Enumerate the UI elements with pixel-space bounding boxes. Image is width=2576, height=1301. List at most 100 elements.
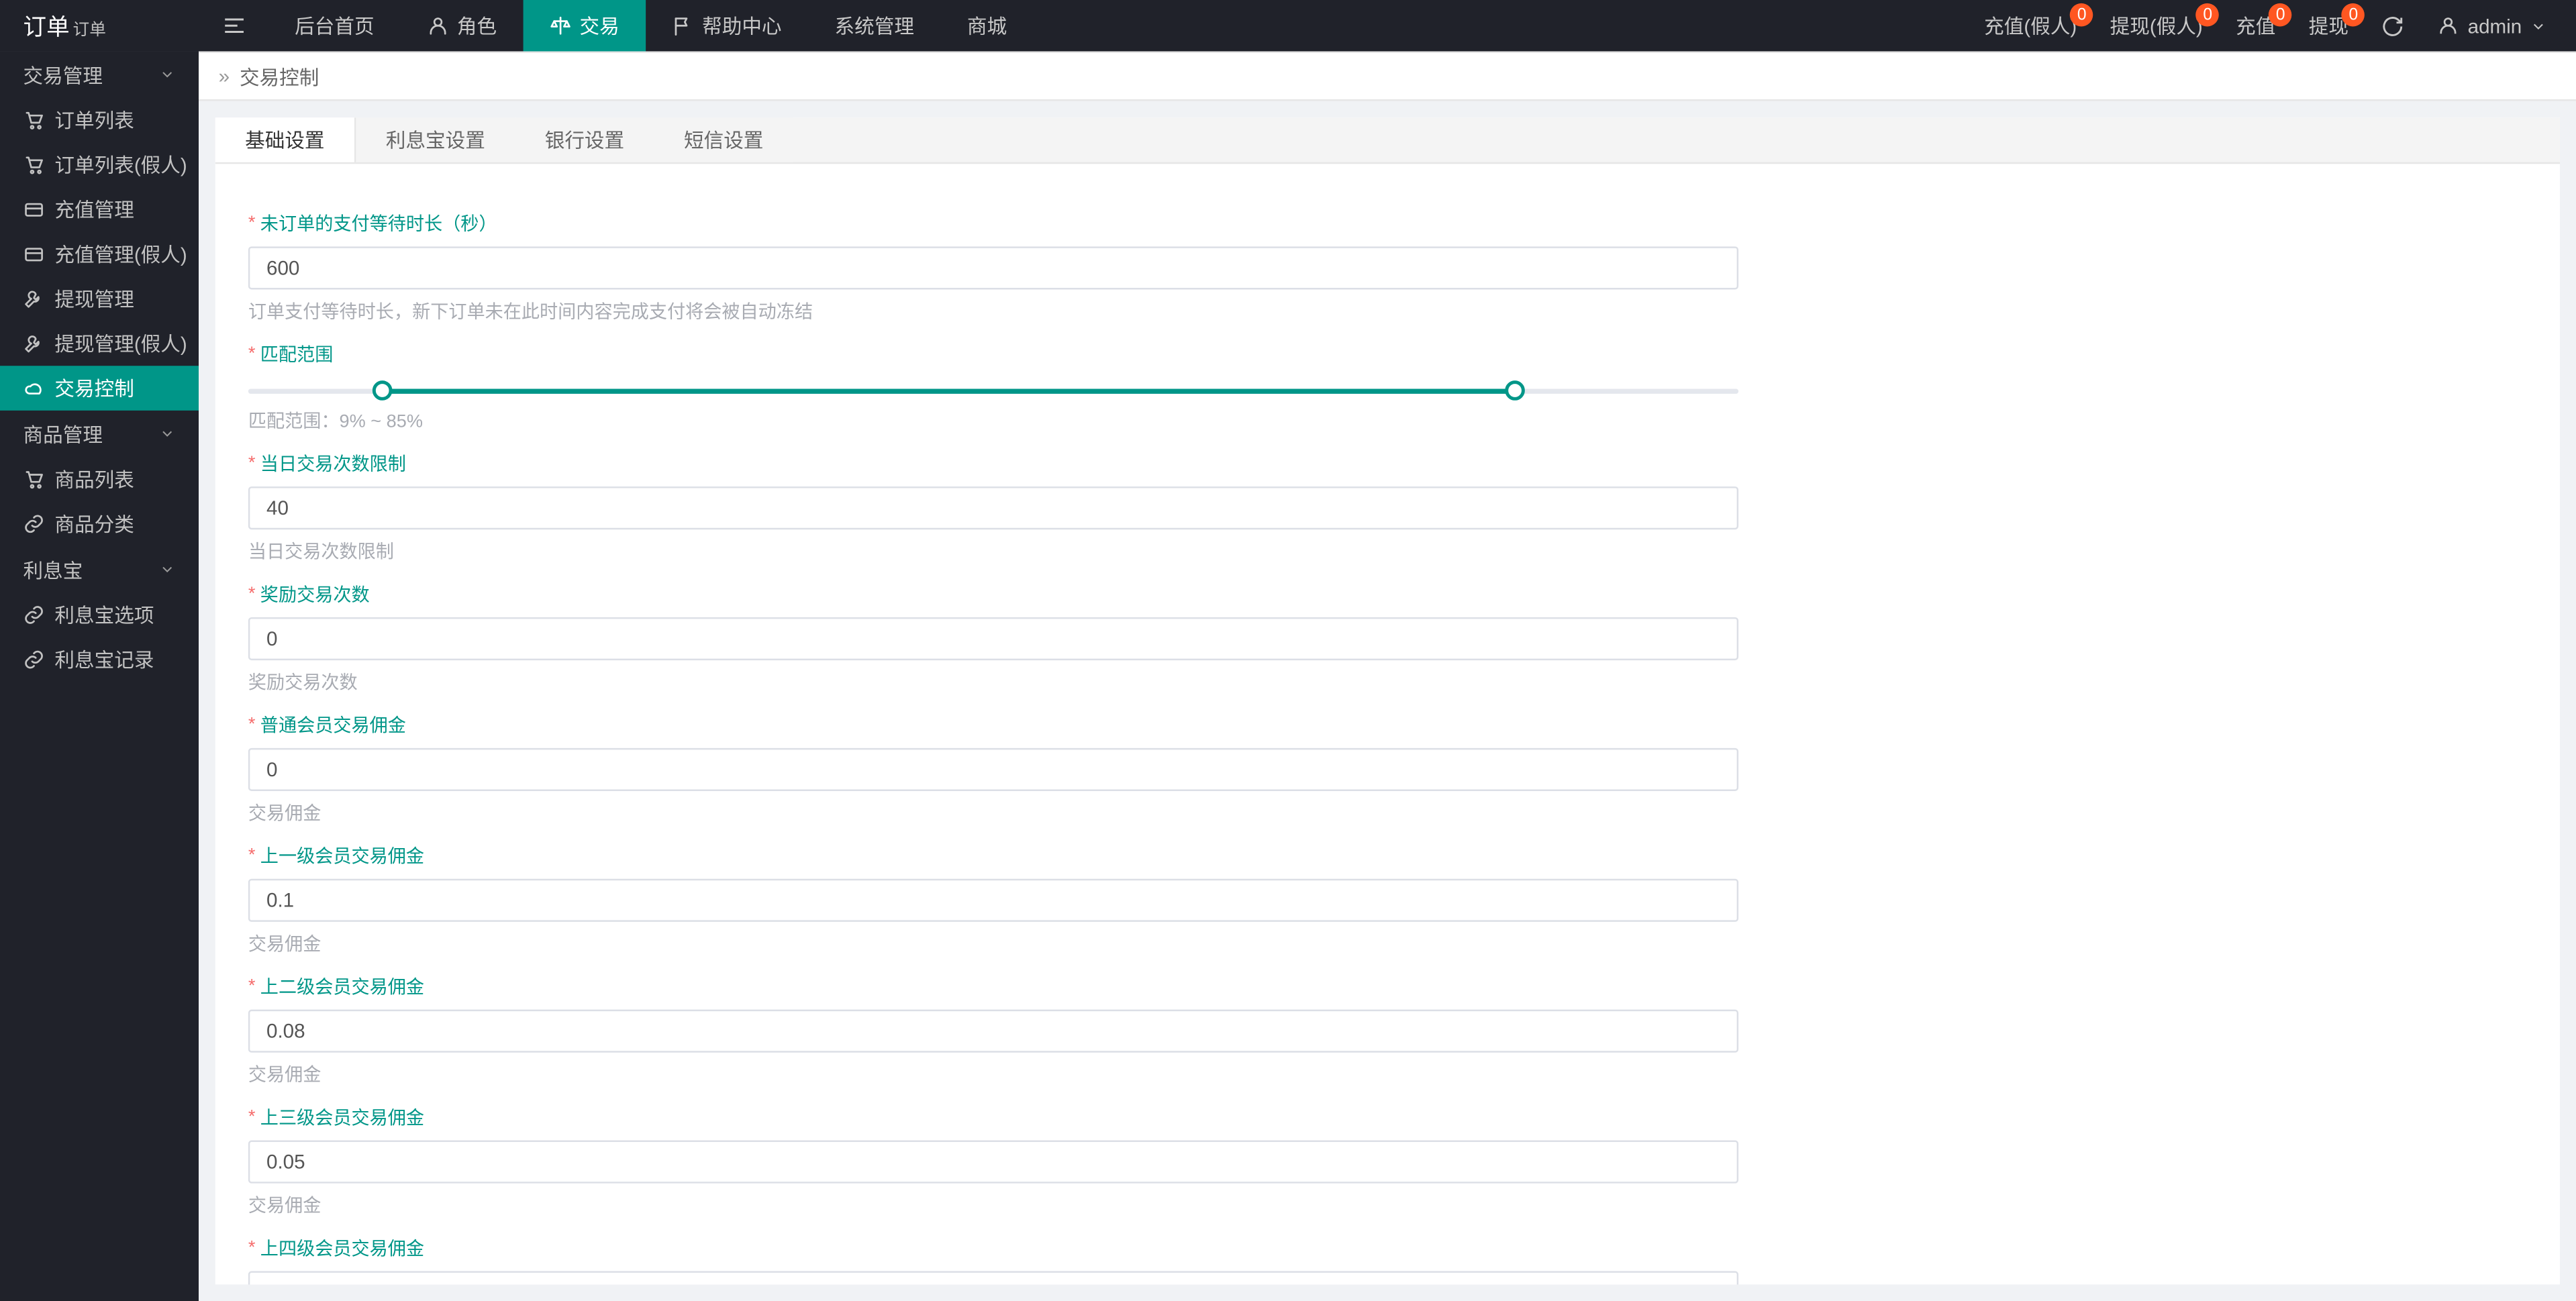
slider-fill xyxy=(383,389,1515,394)
sidebar-group-title: 交易管理 xyxy=(23,60,103,89)
sidebar-group-title: 利息宝 xyxy=(23,556,83,584)
sidebar-item-label: 交易控制 xyxy=(54,374,134,403)
input-comm1[interactable] xyxy=(248,879,1738,922)
topnav-item-5[interactable]: 商城 xyxy=(940,0,1033,51)
range-slider[interactable] xyxy=(248,384,1738,397)
field-label-text: 上二级会员交易佣金 xyxy=(260,974,424,1000)
sidebar-item-0-6[interactable]: 交易控制 xyxy=(0,366,199,411)
cart-icon xyxy=(23,154,45,175)
form-row-comm3: *上三级会员交易佣金交易佣金 xyxy=(248,1104,1738,1218)
sidebar-item-0-5[interactable]: 提现管理(假人) xyxy=(0,321,199,366)
field-label: *未订单的支付等待时长（秒） xyxy=(248,210,1738,236)
hamburger-icon xyxy=(221,13,246,38)
topnav-item-3[interactable]: 帮助中心 xyxy=(646,0,808,51)
chevron-down-icon xyxy=(159,425,176,442)
sidebar-item-label: 充值管理 xyxy=(54,195,134,223)
field-label-text: 未订单的支付等待时长（秒） xyxy=(260,210,497,236)
sidebar: 交易管理订单列表订单列表(假人) 充值管理充值管理(假人) 提现管理提现管理(假人)… xyxy=(0,51,199,1301)
card-icon xyxy=(23,199,45,220)
card-icon xyxy=(23,244,45,265)
sidebar-item-0-3[interactable]: 充值管理(假人) xyxy=(0,231,199,276)
sidebar-item-1-0[interactable]: 商品列表 xyxy=(0,457,199,502)
sidebar-item-0-2[interactable]: 充值管理 xyxy=(0,187,199,232)
input-rewardcnt[interactable] xyxy=(248,617,1738,660)
notify-label: 充值(假人) xyxy=(1984,11,2077,40)
field-label-text: 上一级会员交易佣金 xyxy=(260,843,424,869)
slider-thumb-min[interactable] xyxy=(373,380,393,401)
field-help: 交易佣金 xyxy=(248,800,1738,826)
form-row-rewardcnt: *奖励交易次数奖励交易次数 xyxy=(248,581,1738,695)
topnav-item-1[interactable]: 角色 xyxy=(401,0,524,51)
refresh-button[interactable] xyxy=(2365,0,2422,51)
form-row-dailylimit: *当日交易次数限制当日交易次数限制 xyxy=(248,450,1738,564)
field-help: 奖励交易次数 xyxy=(248,669,1738,695)
field-help: 当日交易次数限制 xyxy=(248,538,1738,564)
topnav-label: 系统管理 xyxy=(835,11,914,40)
field-label: *上二级会员交易佣金 xyxy=(248,974,1738,1000)
form-row-comm1: *上一级会员交易佣金交易佣金 xyxy=(248,843,1738,957)
avatar-icon xyxy=(2438,15,2459,36)
topnav-item-0[interactable]: 后台首页 xyxy=(268,0,401,51)
required-asterisk: * xyxy=(248,846,256,866)
sidebar-group-2[interactable]: 利息宝 xyxy=(0,546,199,592)
tab-2[interactable]: 银行设置 xyxy=(515,117,654,162)
tabs-bar: 基础设置 利息宝设置银行设置 短信设置 xyxy=(215,117,2560,164)
input-dailylimit[interactable] xyxy=(248,486,1738,529)
notify-0[interactable]: 充值(假人)0 xyxy=(1967,0,2093,51)
topnav-item-4[interactable]: 系统管理 xyxy=(808,0,940,51)
form-row-comm4: *上四级会员交易佣金交易佣金 xyxy=(248,1235,1738,1284)
tab-0[interactable]: 基础设置 xyxy=(215,117,356,162)
app-logo: 订单 订单 xyxy=(0,9,199,42)
sidebar-group-title: 商品管理 xyxy=(23,419,103,448)
field-label: *上四级会员交易佣金 xyxy=(248,1235,1738,1261)
top-bar: 订单 订单 后台首页角色交易帮助中心系统管理商城 充值(假人)0提现(假人)0充… xyxy=(0,0,2576,51)
notify-1[interactable]: 提现(假人)0 xyxy=(2093,0,2219,51)
sidebar-item-0-4[interactable]: 提现管理 xyxy=(0,276,199,321)
sidebar-toggle-button[interactable] xyxy=(199,0,268,51)
input-comm3[interactable] xyxy=(248,1141,1738,1184)
notify-badge: 0 xyxy=(2342,3,2365,27)
input-wait[interactable] xyxy=(248,247,1738,290)
user-menu[interactable]: admin xyxy=(2422,0,2563,51)
input-comm0[interactable] xyxy=(248,748,1738,791)
tab-label: 基础设置 xyxy=(245,125,324,154)
sidebar-group-0[interactable]: 交易管理 xyxy=(0,51,199,97)
sidebar-item-label: 提现管理(假人) xyxy=(54,329,187,358)
input-comm2[interactable] xyxy=(248,1010,1738,1053)
notify-badge: 0 xyxy=(2070,3,2093,27)
field-label-text: 奖励交易次数 xyxy=(260,581,370,607)
sidebar-item-0-0[interactable]: 订单列表 xyxy=(0,98,199,143)
topnav-item-2[interactable]: 交易 xyxy=(524,0,646,51)
tab-1[interactable]: 利息宝设置 xyxy=(356,117,515,162)
sidebar-item-2-0[interactable]: 利息宝选项 xyxy=(0,592,199,637)
breadcrumb-icon: » xyxy=(219,64,230,88)
tab-3[interactable]: 短信设置 xyxy=(654,117,793,162)
wrench-icon xyxy=(23,288,45,309)
tab-label: 短信设置 xyxy=(684,125,763,154)
field-label: *上三级会员交易佣金 xyxy=(248,1104,1738,1130)
breadcrumb: » 交易控制 xyxy=(199,51,2576,101)
field-label: *奖励交易次数 xyxy=(248,581,1738,607)
required-asterisk: * xyxy=(248,715,256,735)
sidebar-item-label: 订单列表(假人) xyxy=(54,150,187,178)
topnav-label: 交易 xyxy=(580,11,620,40)
input-comm4[interactable] xyxy=(248,1271,1738,1285)
topnav-label: 后台首页 xyxy=(295,11,374,40)
sidebar-item-label: 提现管理 xyxy=(54,284,134,313)
content-panel: 基础设置利息宝设置银行设置短信设置 *未订单的支付等待时长（秒）订单支付等待时长… xyxy=(215,117,2560,1284)
sidebar-item-0-1[interactable]: 订单列表(假人) xyxy=(0,142,199,187)
sidebar-item-label: 商品分类 xyxy=(54,510,134,538)
required-asterisk: * xyxy=(248,584,256,605)
sidebar-group-1[interactable]: 商品管理 xyxy=(0,411,199,457)
top-nav: 后台首页角色 交易 帮助中心 系统管理 商城 xyxy=(268,0,1034,51)
form-row-comm2: *上二级会员交易佣金交易佣金 xyxy=(248,974,1738,1088)
sidebar-item-2-1[interactable]: 利息宝记录 xyxy=(0,637,199,682)
sidebar-item-1-1[interactable]: 商品分类 xyxy=(0,502,199,547)
topnav-label: 商城 xyxy=(967,11,1007,40)
sidebar-item-label: 商品列表 xyxy=(54,465,134,493)
field-help: 交易佣金 xyxy=(248,1061,1738,1087)
notify-2[interactable]: 充值0 xyxy=(2219,0,2292,51)
topnav-label: 帮助中心 xyxy=(702,11,781,40)
notify-3[interactable]: 提现0 xyxy=(2292,0,2365,51)
slider-thumb-max[interactable] xyxy=(1505,380,1526,401)
